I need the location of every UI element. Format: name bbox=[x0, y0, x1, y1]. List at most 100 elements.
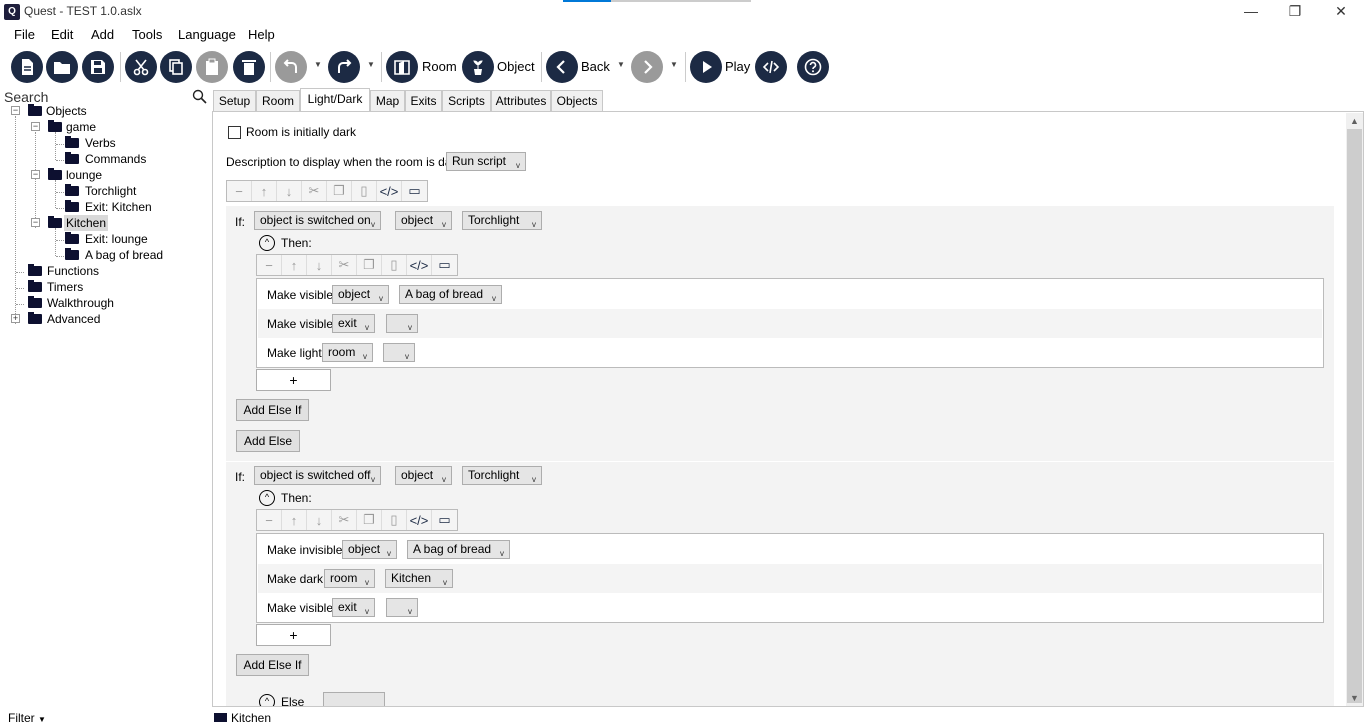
minimize-button[interactable]: — bbox=[1228, 0, 1274, 24]
if-condition-select[interactable]: object is switched on v bbox=[254, 211, 381, 230]
description-select[interactable]: Run script v bbox=[446, 152, 526, 171]
tree-item-advanced[interactable]: + Advanced bbox=[11, 311, 171, 327]
tree-item-functions[interactable]: Functions bbox=[28, 263, 188, 279]
paste-icon[interactable]: ▯ bbox=[382, 255, 407, 275]
new-file-button[interactable] bbox=[11, 51, 43, 83]
if-type-select[interactable]: object v bbox=[395, 466, 452, 485]
target-select[interactable]: v bbox=[386, 314, 418, 333]
tab-setup[interactable]: Setup bbox=[213, 90, 256, 112]
add-script-button[interactable]: + bbox=[256, 624, 331, 646]
tab-map[interactable]: Map bbox=[370, 90, 405, 112]
undo-button[interactable] bbox=[275, 51, 307, 83]
target-select[interactable]: A bag of bread v bbox=[407, 540, 510, 559]
add-object-button[interactable] bbox=[462, 51, 494, 83]
search-icon[interactable] bbox=[192, 89, 208, 105]
popout-icon[interactable]: ▭ bbox=[432, 255, 457, 275]
tree-item-bag-of-bread[interactable]: A bag of bread bbox=[65, 247, 205, 263]
script-row[interactable]: Make dark room v Kitchen v bbox=[258, 564, 1322, 593]
popout-icon[interactable]: ▭ bbox=[402, 181, 427, 201]
forward-dropdown-icon[interactable]: ▼ bbox=[670, 60, 678, 69]
if-target-select[interactable]: Torchlight v bbox=[462, 211, 542, 230]
menu-help[interactable]: Help bbox=[248, 27, 275, 42]
remove-icon[interactable]: − bbox=[257, 255, 282, 275]
tree-item-exit-lounge[interactable]: Exit: lounge bbox=[65, 231, 205, 247]
tab-objects[interactable]: Objects bbox=[551, 90, 603, 112]
menu-add[interactable]: Add bbox=[91, 27, 114, 42]
target-select[interactable]: A bag of bread v bbox=[399, 285, 502, 304]
restore-button[interactable]: ❐ bbox=[1272, 0, 1318, 24]
paste-icon[interactable]: ▯ bbox=[382, 510, 407, 530]
forward-button[interactable] bbox=[631, 51, 663, 83]
kind-select[interactable]: exit v bbox=[332, 314, 375, 333]
room-label[interactable]: Room bbox=[422, 59, 457, 74]
move-down-icon[interactable]: ↓ bbox=[277, 181, 302, 201]
code-icon[interactable]: </> bbox=[407, 255, 432, 275]
cut-button[interactable] bbox=[125, 51, 157, 83]
redo-dropdown-icon[interactable]: ▼ bbox=[367, 60, 375, 69]
tree-item-lounge[interactable]: − lounge bbox=[31, 167, 191, 183]
cut-icon[interactable]: ✂ bbox=[302, 181, 327, 201]
kind-select[interactable]: room v bbox=[324, 569, 375, 588]
kind-select[interactable]: exit v bbox=[332, 598, 375, 617]
menu-file[interactable]: File bbox=[14, 27, 35, 42]
save-button[interactable] bbox=[82, 51, 114, 83]
tree-item-kitchen[interactable]: − Kitchen bbox=[31, 215, 191, 231]
if-condition-select[interactable]: object is switched off v bbox=[254, 466, 381, 485]
back-dropdown-icon[interactable]: ▼ bbox=[617, 60, 625, 69]
move-up-icon[interactable]: ↑ bbox=[282, 510, 307, 530]
cut-icon[interactable]: ✂ bbox=[332, 510, 357, 530]
tab-light-dark[interactable]: Light/Dark bbox=[300, 88, 370, 112]
collapse-icon[interactable]: − bbox=[11, 106, 20, 115]
tree-item-torchlight[interactable]: Torchlight bbox=[65, 183, 205, 199]
back-button[interactable] bbox=[546, 51, 578, 83]
tab-attributes[interactable]: Attributes bbox=[491, 90, 551, 112]
code-view-button[interactable] bbox=[755, 51, 787, 83]
remove-icon[interactable]: − bbox=[227, 181, 252, 201]
script-row[interactable]: Make light room v v bbox=[258, 338, 1322, 367]
open-button[interactable] bbox=[46, 51, 78, 83]
tree-item-objects[interactable]: − Objects bbox=[11, 103, 171, 119]
play-label[interactable]: Play bbox=[725, 59, 750, 74]
menu-tools[interactable]: Tools bbox=[132, 27, 162, 42]
copy-button[interactable] bbox=[160, 51, 192, 83]
collapse-else-icon[interactable]: ^ bbox=[259, 694, 275, 706]
copy-icon[interactable]: ❐ bbox=[357, 510, 382, 530]
collapse-then-icon[interactable]: ^ bbox=[259, 490, 275, 506]
collapse-icon[interactable]: − bbox=[31, 218, 40, 227]
copy-icon[interactable]: ❐ bbox=[357, 255, 382, 275]
move-up-icon[interactable]: ↑ bbox=[282, 255, 307, 275]
scroll-up-icon[interactable]: ▲ bbox=[1346, 113, 1363, 129]
code-icon[interactable]: </> bbox=[407, 510, 432, 530]
script-row[interactable]: Make visible object v A bag of bread v bbox=[258, 280, 1322, 309]
menu-language[interactable]: Language bbox=[178, 27, 236, 42]
delete-button[interactable] bbox=[233, 51, 265, 83]
if-type-select[interactable]: object v bbox=[395, 211, 452, 230]
paste-icon[interactable]: ▯ bbox=[352, 181, 377, 201]
copy-icon[interactable]: ❐ bbox=[327, 181, 352, 201]
collapse-then-icon[interactable]: ^ bbox=[259, 235, 275, 251]
script-row[interactable]: Make visible exit v v bbox=[258, 309, 1322, 338]
object-label[interactable]: Object bbox=[497, 59, 535, 74]
tree-item-exit-kitchen[interactable]: Exit: Kitchen bbox=[65, 199, 205, 215]
play-button[interactable] bbox=[690, 51, 722, 83]
room-dark-checkbox[interactable] bbox=[228, 126, 241, 139]
code-icon[interactable]: </> bbox=[377, 181, 402, 201]
back-label[interactable]: Back bbox=[581, 59, 610, 74]
target-select[interactable]: Kitchen v bbox=[385, 569, 453, 588]
add-room-button[interactable] bbox=[386, 51, 418, 83]
add-else-if-button[interactable]: Add Else If bbox=[236, 654, 309, 676]
script-row[interactable]: Make invisible object v A bag of bread v bbox=[258, 535, 1322, 564]
scrollbar-thumb[interactable] bbox=[1347, 129, 1362, 703]
menu-edit[interactable]: Edit bbox=[51, 27, 73, 42]
target-select[interactable]: v bbox=[386, 598, 418, 617]
popout-icon[interactable]: ▭ bbox=[432, 510, 457, 530]
redo-button[interactable] bbox=[328, 51, 360, 83]
if-target-select[interactable]: Torchlight v bbox=[462, 466, 542, 485]
script-row[interactable]: Make visible exit v v bbox=[258, 593, 1322, 622]
tab-exits[interactable]: Exits bbox=[405, 90, 442, 112]
undo-dropdown-icon[interactable]: ▼ bbox=[314, 60, 322, 69]
target-select[interactable]: v bbox=[383, 343, 415, 362]
paste-button[interactable] bbox=[196, 51, 228, 83]
help-button[interactable] bbox=[797, 51, 829, 83]
cut-icon[interactable]: ✂ bbox=[332, 255, 357, 275]
